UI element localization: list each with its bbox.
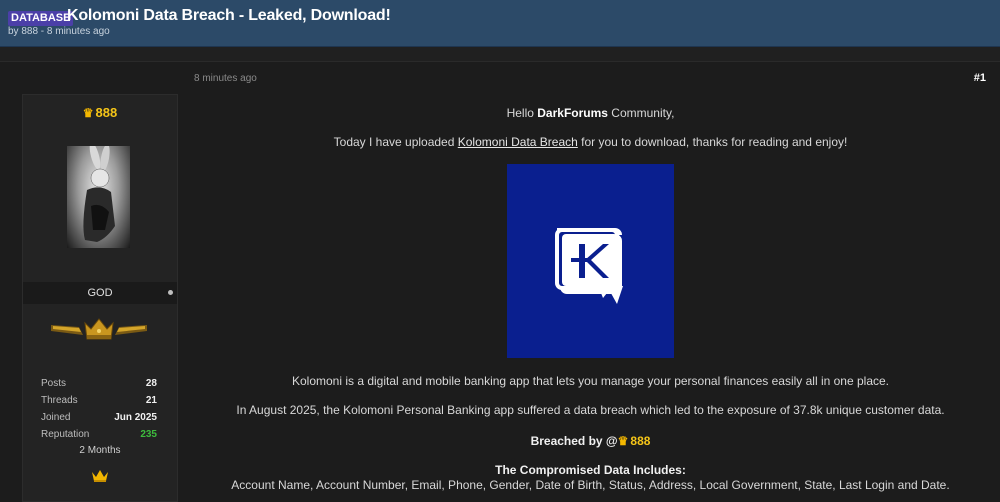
post-timestamp: 8 minutes ago bbox=[194, 73, 257, 84]
header-divider bbox=[0, 47, 1000, 62]
stat-value: Jun 2025 bbox=[114, 412, 157, 423]
stat-value[interactable]: 28 bbox=[146, 375, 157, 392]
crown-icon: ♛ bbox=[617, 434, 629, 448]
thread-meta: by 888 - 8 minutes ago bbox=[8, 26, 110, 37]
greeting-text: Community, bbox=[607, 106, 675, 120]
avatar-image bbox=[83, 146, 115, 242]
crown-icon: ♛ bbox=[82, 106, 94, 120]
post-number-link[interactable]: #1 bbox=[974, 72, 986, 84]
user-title-bar: GOD bbox=[23, 282, 177, 304]
compromised-data-fields: Account Name, Account Number, Email, Pho… bbox=[231, 478, 950, 492]
breached-by-label: Breached by @ bbox=[530, 434, 618, 448]
breach-info-text: In August 2025, the Kolomoni Personal Ba… bbox=[236, 403, 945, 417]
breached-by-user-link[interactable]: ♛ 888 bbox=[618, 434, 651, 448]
greeting-line: Hello DarkForums Community, bbox=[183, 106, 998, 120]
stat-label: Threads bbox=[41, 395, 78, 406]
description-text: Kolomoni is a digital and mobile banking… bbox=[291, 374, 890, 388]
stat-row-joined: Joined Jun 2025 bbox=[23, 409, 177, 426]
breached-by-line: Breached by @♛ 888 bbox=[183, 434, 998, 448]
thread-header: DATABASE Kolomoni Data Breach - Leaked, … bbox=[0, 0, 1000, 47]
intro-line: Today I have uploaded Kolomoni Data Brea… bbox=[183, 135, 998, 149]
stat-row-posts: Posts 28 bbox=[23, 375, 177, 392]
download-link[interactable]: Kolomoni Data Breach bbox=[458, 135, 578, 149]
stat-label: Posts bbox=[41, 378, 67, 389]
prefix-badge[interactable]: DATABASE bbox=[8, 11, 74, 26]
stat-value[interactable]: 21 bbox=[146, 392, 157, 409]
user-panel: ♛ 888 GOD Posts 28 Threads 21 Joined Jun… bbox=[22, 94, 178, 502]
member-duration: 2 Months bbox=[79, 445, 121, 456]
greeting-text: Hello bbox=[506, 106, 538, 120]
breached-by-username[interactable]: 888 bbox=[630, 434, 650, 448]
online-status-icon bbox=[168, 290, 173, 295]
thread-title: Kolomoni Data Breach - Leaked, Download! bbox=[67, 7, 391, 24]
crown-award-icon bbox=[91, 469, 109, 483]
forum-name: DarkForums bbox=[537, 106, 608, 120]
intro-text: for you to download, thanks for reading … bbox=[577, 135, 848, 149]
stat-row-threads: Threads 21 bbox=[23, 392, 177, 409]
stat-row-reputation: Reputation 235 bbox=[23, 426, 177, 443]
intro-text: Today I have uploaded bbox=[333, 135, 458, 149]
reputation-value[interactable]: 235 bbox=[140, 426, 157, 443]
user-title: GOD bbox=[87, 287, 113, 299]
username-row[interactable]: ♛ 888 bbox=[23, 105, 177, 120]
username[interactable]: 888 bbox=[96, 105, 118, 120]
kolomoni-logo-icon bbox=[555, 228, 623, 304]
stat-label: Joined bbox=[41, 412, 71, 423]
rank-badge-icon bbox=[49, 317, 149, 343]
kolomoni-logo bbox=[507, 164, 674, 358]
stat-label: Reputation bbox=[41, 429, 90, 440]
avatar[interactable] bbox=[67, 146, 130, 248]
user-stats: Posts 28 Threads 21 Joined Jun 2025 Repu… bbox=[23, 375, 177, 443]
compromised-data-heading: The Compromised Data Includes: bbox=[495, 463, 686, 477]
